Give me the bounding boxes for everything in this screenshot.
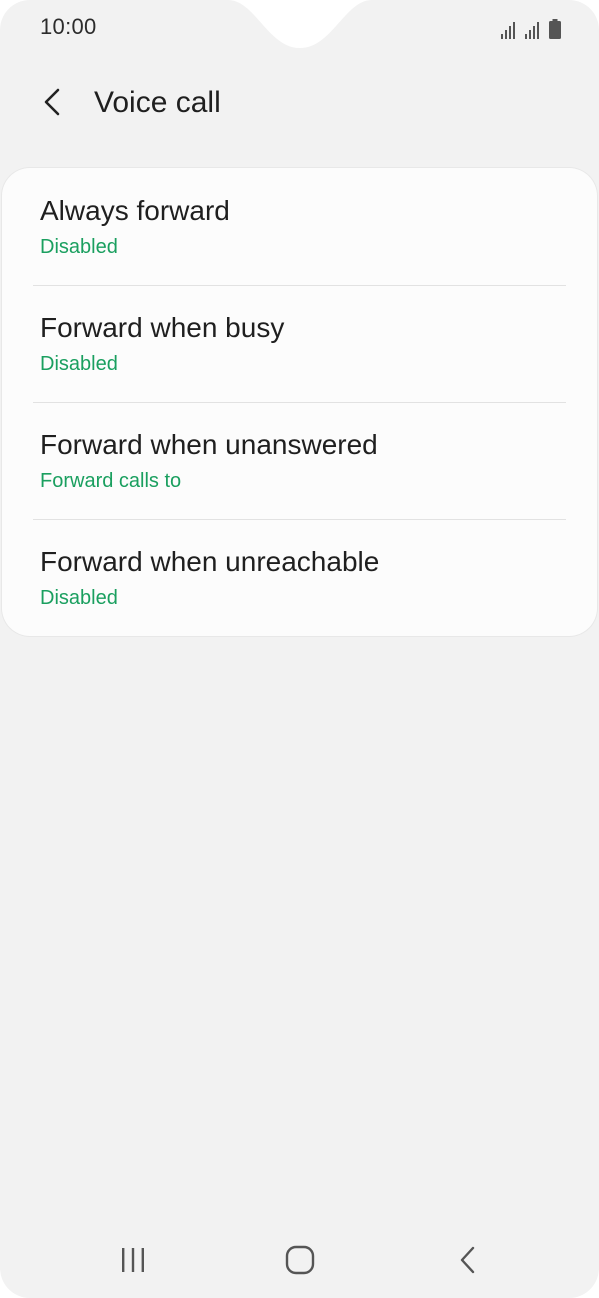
navigation-bar: [0, 1222, 599, 1298]
forwarding-options-card: Always forward Disabled Forward when bus…: [2, 168, 597, 636]
list-item-always-forward[interactable]: Always forward Disabled: [2, 168, 597, 285]
chevron-left-icon: [44, 88, 60, 116]
list-item-forward-when-unreachable[interactable]: Forward when unreachable Disabled: [2, 519, 597, 636]
list-item-forward-when-unanswered[interactable]: Forward when unanswered Forward calls to: [2, 402, 597, 519]
item-status: Disabled: [40, 587, 118, 609]
app-header: Voice call: [0, 70, 599, 136]
phone-screen: 10:00 Voice call Always forward Disabled…: [0, 0, 599, 1298]
nav-back-button[interactable]: [438, 1232, 498, 1288]
list-item-forward-when-busy[interactable]: Forward when busy Disabled: [2, 285, 597, 402]
battery-icon: [549, 19, 561, 39]
status-icons: [501, 17, 561, 39]
item-title: Forward when unreachable: [40, 546, 380, 577]
status-bar: 10:00: [0, 0, 599, 56]
recents-button[interactable]: [103, 1232, 163, 1288]
signal-sim2-icon: [525, 22, 539, 39]
item-title: Forward when unanswered: [40, 429, 378, 460]
status-time: 10:00: [40, 14, 97, 39]
item-status: Forward calls to: [40, 470, 182, 492]
item-title: Always forward: [40, 195, 230, 226]
home-icon: [285, 1245, 315, 1275]
signal-sim1-icon: [501, 22, 515, 39]
recents-icon: [122, 1248, 144, 1272]
back-icon: [460, 1246, 475, 1274]
item-title: Forward when busy: [40, 312, 285, 343]
home-button[interactable]: [270, 1232, 330, 1288]
page-title: Voice call: [94, 86, 221, 119]
item-status: Disabled: [40, 236, 118, 258]
item-status: Disabled: [40, 353, 118, 375]
back-button[interactable]: [30, 80, 74, 124]
